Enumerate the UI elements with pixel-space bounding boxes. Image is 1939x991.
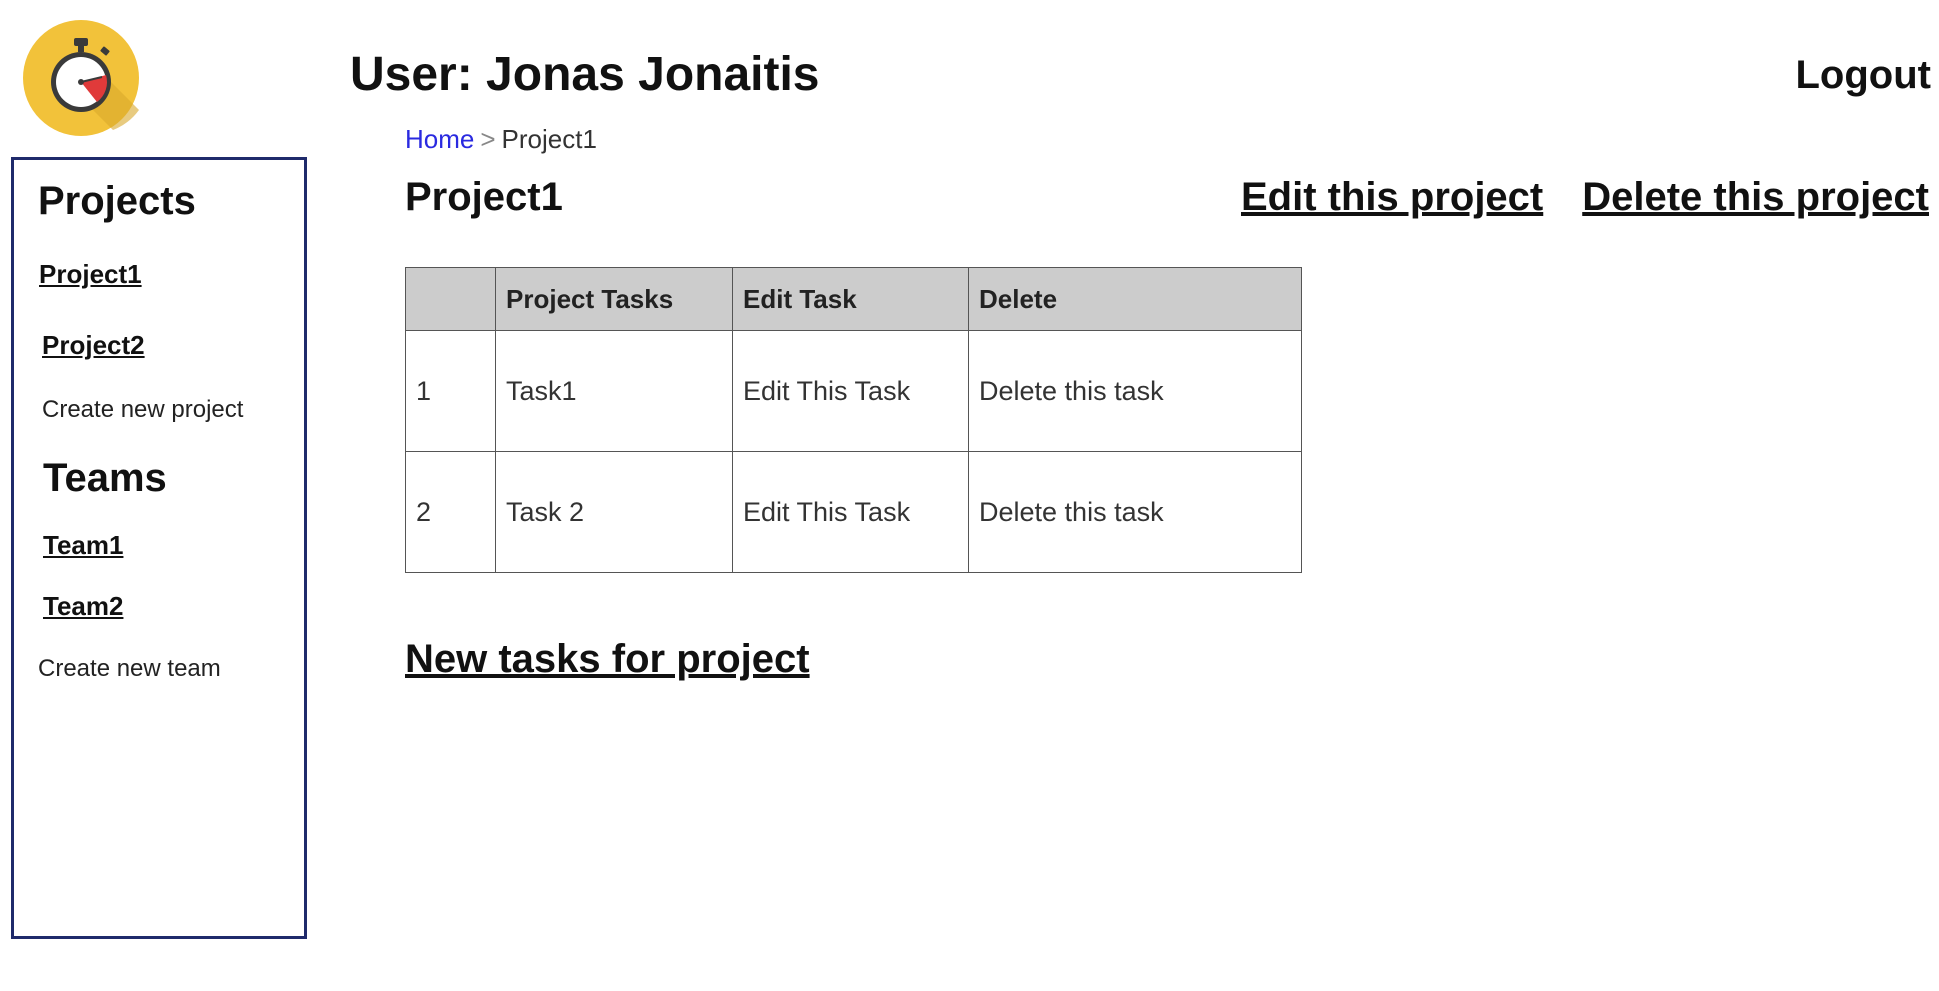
delete-task-link[interactable]: Delete this task xyxy=(968,330,1302,452)
create-project-link[interactable]: Create new project xyxy=(42,395,243,425)
tasks-table: Project Tasks Edit Task Delete 1 Task1 E… xyxy=(405,267,1302,573)
user-title: User: Jonas Jonaitis xyxy=(350,48,820,101)
column-header-number xyxy=(405,267,496,331)
breadcrumb: Home > Project1 xyxy=(405,124,597,154)
delete-project-link[interactable]: Delete this project xyxy=(1582,174,1929,220)
create-team-link[interactable]: Create new team xyxy=(38,654,221,684)
breadcrumb-separator: > xyxy=(480,124,496,154)
sidebar-item-project1[interactable]: Project1 xyxy=(39,259,142,289)
breadcrumb-current: Project1 xyxy=(501,124,597,154)
table-header-row: Project Tasks Edit Task Delete xyxy=(405,267,1302,331)
column-header-edit: Edit Task xyxy=(732,267,969,331)
task-number: 2 xyxy=(405,451,496,573)
column-header-tasks: Project Tasks xyxy=(495,267,733,331)
sidebar-item-project2[interactable]: Project2 xyxy=(42,330,145,360)
logout-link[interactable]: Logout xyxy=(1796,50,1932,100)
projects-heading: Projects xyxy=(38,179,196,223)
task-number: 1 xyxy=(405,330,496,452)
edit-task-link[interactable]: Edit This Task xyxy=(732,451,969,573)
sidebar-item-team1[interactable]: Team1 xyxy=(43,530,123,560)
new-task-link[interactable]: New tasks for project xyxy=(405,636,810,682)
breadcrumb-home-link[interactable]: Home xyxy=(405,124,474,154)
sidebar-item-team2[interactable]: Team2 xyxy=(43,591,123,621)
table-row: 1 Task1 Edit This Task Delete this task xyxy=(405,330,1302,452)
page-title: Project1 xyxy=(405,175,563,219)
table-row: 2 Task 2 Edit This Task Delete this task xyxy=(405,451,1302,573)
stopwatch-icon xyxy=(23,20,139,136)
edit-project-link[interactable]: Edit this project xyxy=(1241,174,1543,220)
sidebar: Projects Project1 Project2 Create new pr… xyxy=(11,157,307,939)
column-header-delete: Delete xyxy=(968,267,1302,331)
task-name: Task 2 xyxy=(495,451,733,573)
edit-task-link[interactable]: Edit This Task xyxy=(732,330,969,452)
delete-task-link[interactable]: Delete this task xyxy=(968,451,1302,573)
task-name: Task1 xyxy=(495,330,733,452)
teams-heading: Teams xyxy=(43,456,167,500)
stopwatch-logo-graphic xyxy=(23,20,139,136)
